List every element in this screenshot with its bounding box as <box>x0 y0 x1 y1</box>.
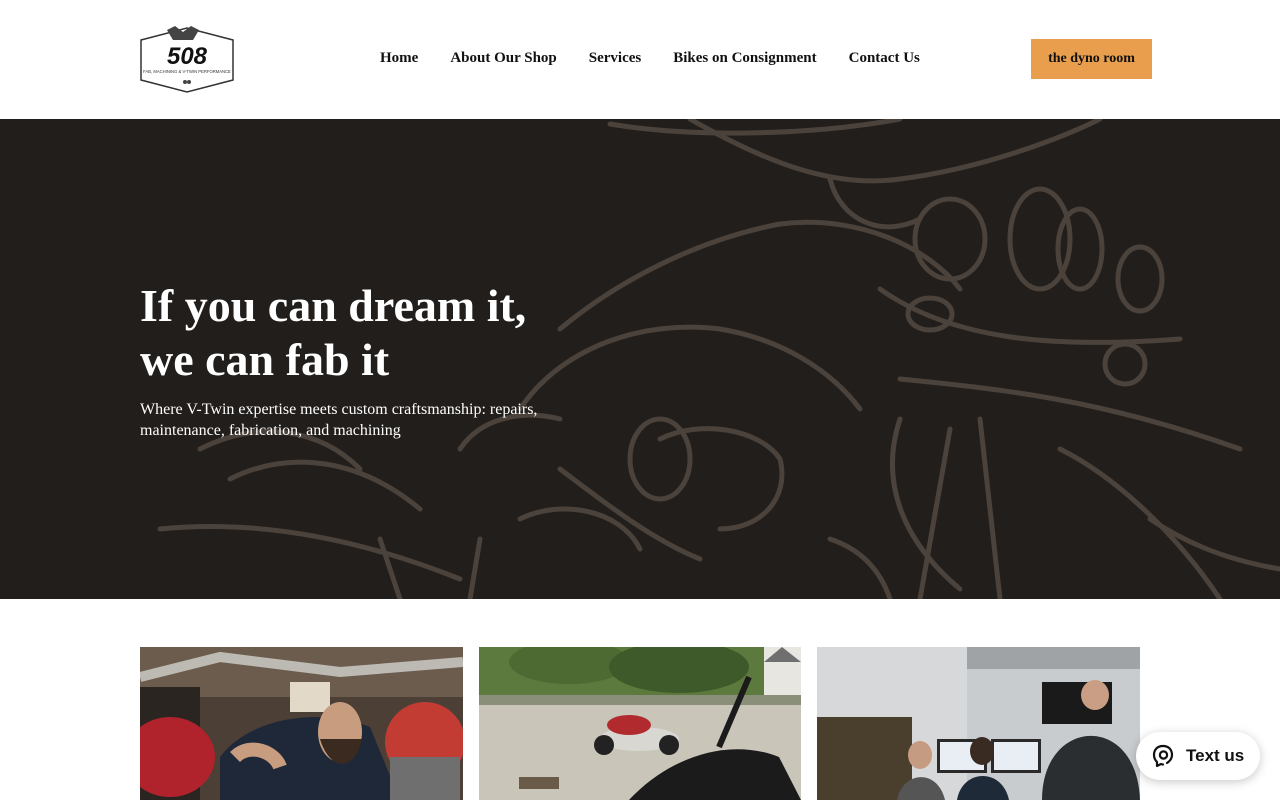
nav-about-our-shop[interactable]: About Our Shop <box>434 48 572 68</box>
nav-bikes-on-consignment[interactable]: Bikes on Consignment <box>657 48 832 68</box>
mechanic-photo[interactable] <box>140 647 463 800</box>
dyno-room-photo[interactable] <box>817 647 1140 800</box>
main-nav: Home About Our Shop Services Bikes on Co… <box>364 48 936 68</box>
dyno-room-image <box>817 647 1140 800</box>
nav-contact-us[interactable]: Contact Us <box>833 48 936 68</box>
hero-section: If you can dream it, we can fab it Where… <box>0 119 1280 599</box>
motorcycles-image <box>479 647 801 800</box>
svg-text:508: 508 <box>167 43 208 70</box>
nav-home[interactable]: Home <box>364 48 434 68</box>
feature-images <box>140 647 1140 800</box>
mechanic-image <box>140 647 463 800</box>
site-header: 508 FAB, MACHINING & V-TWIN PERFORMANCE … <box>0 0 1280 119</box>
logo-icon: 508 FAB, MACHINING & V-TWIN PERFORMANCE <box>140 26 234 93</box>
motorcycles-photo[interactable] <box>479 647 801 800</box>
svg-text:FAB, MACHINING & V-TWIN PERFOR: FAB, MACHINING & V-TWIN PERFORMANCE <box>143 69 231 74</box>
text-us-button[interactable]: Text us <box>1136 732 1260 780</box>
hero-title: If you can dream it, we can fab it <box>140 280 527 385</box>
text-us-label: Text us <box>1186 746 1245 765</box>
dyno-room-button[interactable]: the dyno room <box>1031 39 1152 79</box>
chat-bubble-icon <box>1152 744 1174 768</box>
nav-services[interactable]: Services <box>573 48 657 68</box>
hero-subtitle: Where V-Twin expertise meets custom craf… <box>140 401 538 439</box>
logo[interactable]: 508 FAB, MACHINING & V-TWIN PERFORMANCE <box>131 24 243 96</box>
